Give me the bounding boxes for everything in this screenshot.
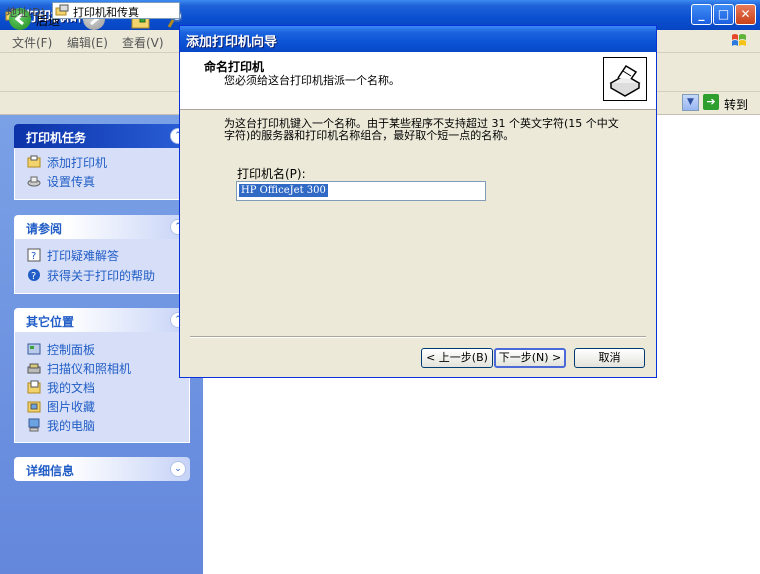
menu-edit[interactable]: 编辑(E) [67,34,108,51]
svg-text:?: ? [31,271,36,282]
svg-text:?: ? [31,251,36,262]
printer-name-value: HP OfficeJet 300 [239,184,328,197]
menu-view[interactable]: 查看(V) [122,34,164,51]
my-documents-icon [27,380,41,394]
help-icon: ? [28,269,40,282]
cancel-button[interactable]: 取消 [574,348,645,368]
details-title: 详细信息 [26,464,75,478]
close-button[interactable]: ✕ [735,4,756,25]
windows-logo-icon [732,34,746,46]
add-printer-icon [27,155,41,168]
help-question-icon: ? [27,248,41,262]
menu-file[interactable]: 文件(F) [12,34,52,51]
my-computer-icon [28,418,40,432]
printer-tasks-panel: 添加打印机 设置传真 [14,148,190,200]
place-my-pictures[interactable]: 图片收藏 [47,398,95,415]
other-places-title: 其它位置 [26,315,75,329]
task-pane: 打印机任务 ⌃ 添加打印机 设置传真 请参阅 ⌃ ? 打印疑难解答 ? 获得关于… [0,115,203,574]
place-my-computer[interactable]: 我的电脑 [47,417,95,434]
printer-tasks-header[interactable]: 打印机任务 ⌃ [14,124,190,148]
other-places-header[interactable]: 其它位置 ⌃ [14,308,190,332]
next-button[interactable]: 下一步(N) > [494,348,566,368]
printer-name-input[interactable]: HP OfficeJet 300 [236,181,486,201]
see-also-header[interactable]: 请参阅 ⌃ [14,215,190,239]
go-button-label[interactable]: 转到 [724,96,748,113]
printer-wizard-icon [603,57,647,101]
see-also-troubleshoot[interactable]: 打印疑难解答 [47,247,119,264]
my-pictures-icon [27,401,41,413]
task-setup-fax[interactable]: 设置传真 [47,173,95,190]
address-label: 地址(D) [6,6,46,19]
details-expand-button[interactable]: ⌄ [170,461,186,477]
maximize-button[interactable]: □ [713,4,734,25]
address-value: 打印机和传真 [73,6,139,19]
back-button[interactable]: < 上一步(B) [421,348,493,368]
printer-name-label: 打印机名(P): [237,167,306,181]
minimize-button[interactable]: _ [691,4,712,25]
printer-tasks-title: 打印机任务 [26,131,87,145]
scanner-icon [27,363,41,374]
details-header[interactable]: 详细信息 ⌄ [14,457,190,481]
dialog-description: 为这台打印机键入一个名称。由于某些程序不支持超过 31 个英文字符(15 个中文… [224,117,619,142]
printer-folder-icon [55,4,69,16]
see-also-printing-help[interactable]: 获得关于打印的帮助 [47,267,155,284]
go-arrow-icon[interactable]: ➔ [703,94,719,110]
dialog-title: 添加打印机向导 [186,35,278,50]
other-places-panel: 控制面板 扫描仪和照相机 我的文档 图片收藏 我的电脑 [14,332,190,443]
place-control-panel[interactable]: 控制面板 [47,341,95,358]
place-scanners-cameras[interactable]: 扫描仪和照相机 [47,360,131,377]
control-panel-icon [27,343,41,355]
printers-window: 打印机和传真 _ □ ✕ 文件(F) 编辑(E) 查看(V) 后退 ▾ ▾ 地址… [0,0,760,574]
see-also-title: 请参阅 [26,222,63,236]
place-my-documents[interactable]: 我的文档 [47,379,95,396]
dialog-separator [190,336,646,338]
fax-icon [27,176,41,187]
see-also-panel: ? 打印疑难解答 ? 获得关于打印的帮助 [14,239,190,294]
address-dropdown-button[interactable]: ▼ [682,94,699,111]
dialog-header-subtitle: 您必须给这台打印机指派一个名称。 [224,74,400,87]
task-add-printer[interactable]: 添加打印机 [47,154,107,171]
